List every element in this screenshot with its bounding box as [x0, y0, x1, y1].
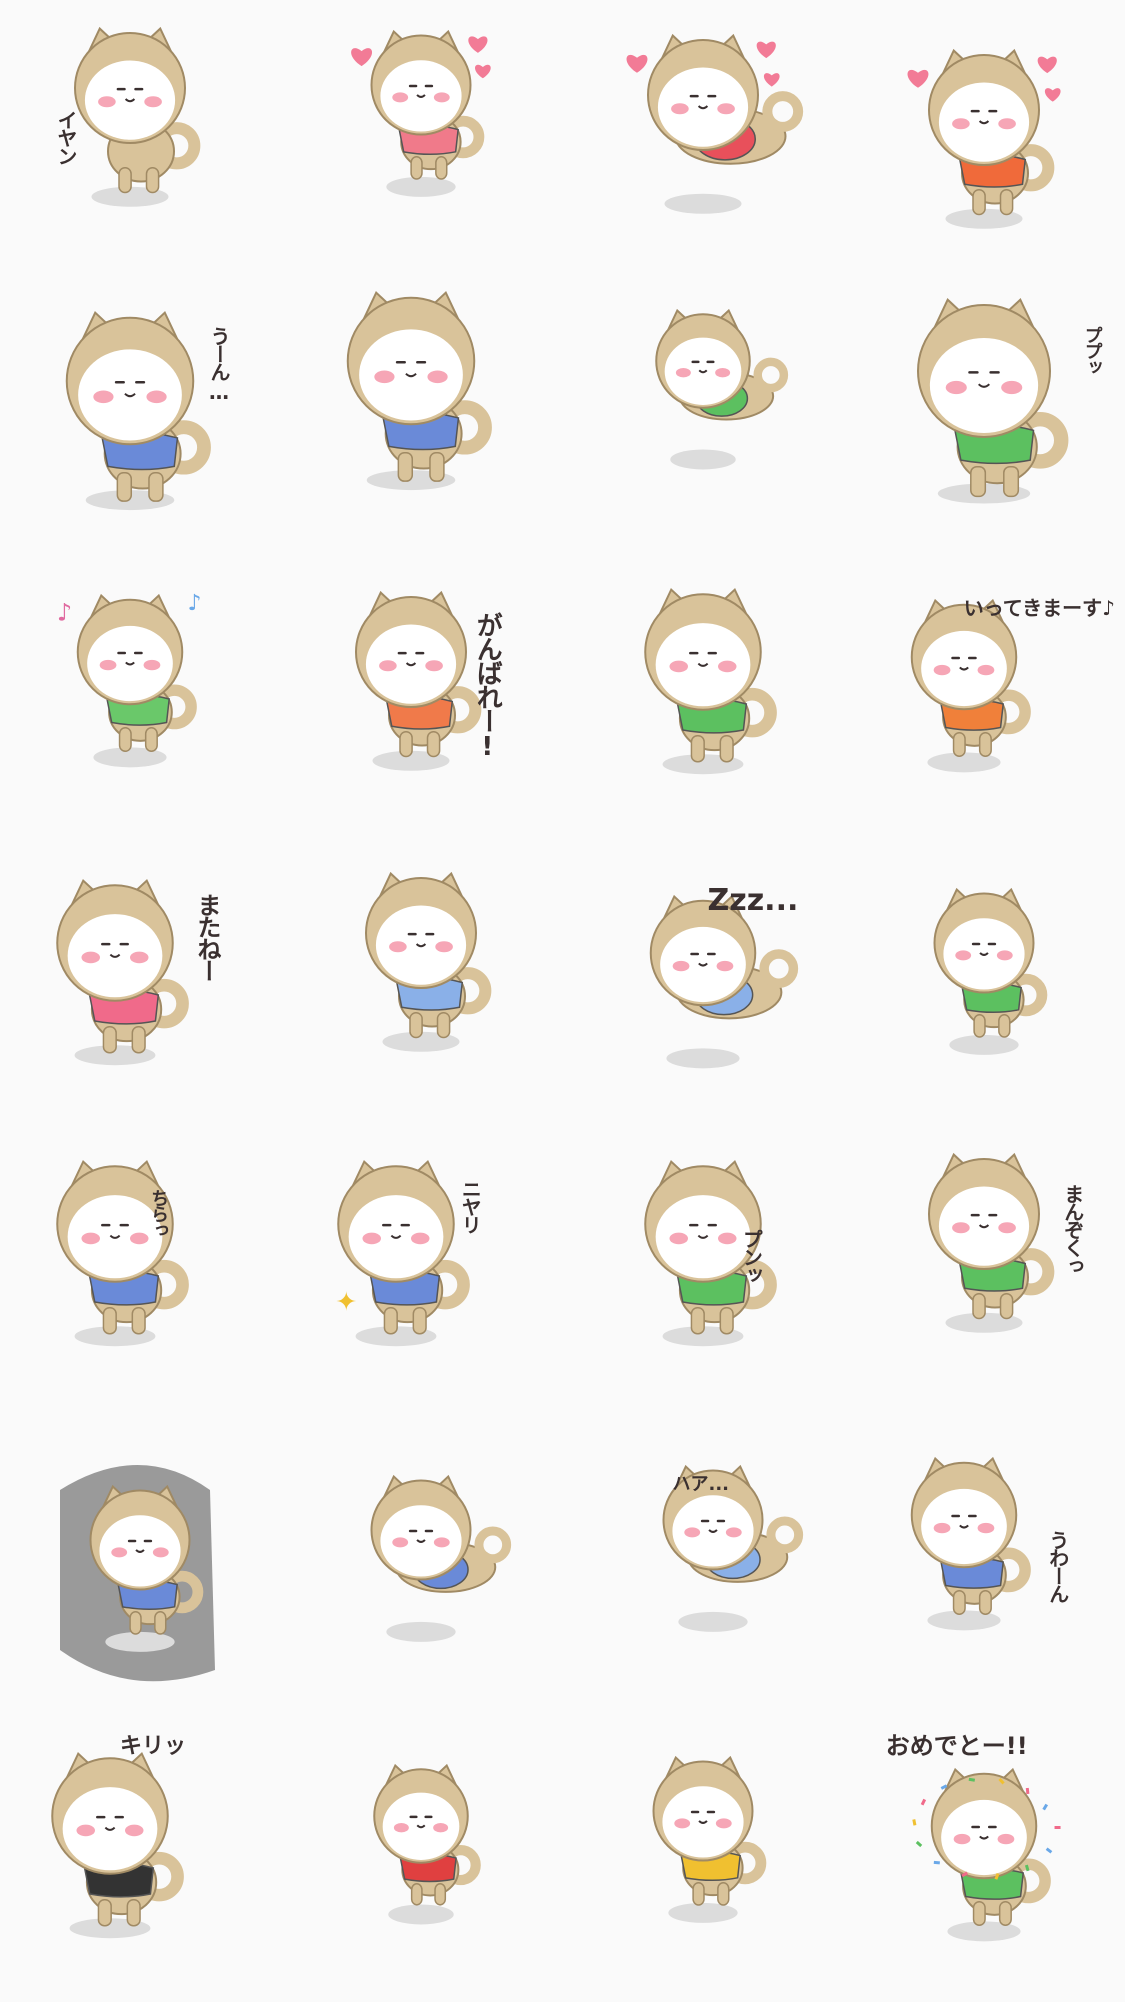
sticker-23[interactable]: ハア... — [563, 1430, 844, 1716]
svg-text:♪: ♪ — [187, 591, 201, 616]
sticker-7[interactable] — [563, 286, 844, 572]
sticker-2[interactable] — [281, 0, 562, 286]
sticker-caption: Zzz... — [707, 883, 799, 918]
sticker-caption: いってきまーす♪ — [963, 596, 1115, 620]
sticker-caption: ちらっ — [148, 1189, 169, 1237]
sticker-9[interactable]: ♪ ♪ — [0, 572, 281, 858]
sticker-20[interactable]: まんぞくっ — [844, 1144, 1125, 1430]
smirk-dog-icon: ✦ — [336, 1159, 471, 1347]
sticker-caption: おめでとー!! — [885, 1732, 1028, 1760]
pouting-dog-icon — [643, 1159, 777, 1347]
sticker-10[interactable]: がんばれー! — [281, 572, 562, 858]
corner-dog-icon — [60, 1465, 215, 1682]
sticker-caption: がんばれー! — [472, 612, 503, 760]
thinking-dog-icon — [65, 311, 211, 511]
sticker-17[interactable]: ちらっ — [0, 1144, 281, 1430]
hearts-dog-icon — [907, 48, 1061, 229]
crying-dog-icon — [347, 291, 493, 491]
sticker-6[interactable] — [281, 286, 562, 572]
sticker-18[interactable]: ✦ ニヤリ — [281, 1144, 562, 1430]
lazy-dog-icon — [654, 308, 788, 470]
sticker-caption: またねー — [193, 893, 221, 981]
sticker-4[interactable] — [844, 0, 1125, 286]
sticker-22[interactable] — [281, 1430, 562, 1716]
sticker-14[interactable] — [281, 858, 562, 1144]
sticker-3[interactable] — [563, 0, 844, 286]
sticker-13[interactable]: またねー — [0, 858, 281, 1144]
peek-dog-icon — [56, 1159, 189, 1347]
love-eyes-dog-icon — [351, 29, 491, 197]
skiing-dog-icon — [652, 1755, 766, 1923]
sticker-caption: ニヤリ — [458, 1179, 483, 1233]
sleeping-dog-icon — [649, 894, 798, 1069]
sticker-19[interactable]: プンッ — [563, 1144, 844, 1430]
sticker-caption: ププッ — [1081, 326, 1103, 374]
svg-text:✦: ✦ — [336, 1288, 358, 1318]
sticker-16[interactable] — [844, 858, 1125, 1144]
sticker-21[interactable] — [0, 1430, 281, 1716]
dancing-dog-icon: ♪ ♪ — [57, 591, 202, 768]
shocked-dog-icon — [933, 887, 1048, 1055]
sticker-11[interactable] — [563, 572, 844, 858]
sticker-24[interactable]: うわーん — [844, 1430, 1125, 1716]
sticker-25[interactable]: キリッ — [0, 1716, 281, 2001]
snowman-dog-icon — [373, 1763, 482, 1925]
sticker-15[interactable]: Zzz... — [563, 858, 844, 1144]
sticker-caption: うわーん — [1045, 1530, 1070, 1602]
sticker-27[interactable] — [563, 1716, 844, 2001]
sticker-8[interactable]: ププッ — [844, 286, 1125, 572]
lying-dog-icon — [626, 33, 803, 214]
sticker-caption: うーん… — [207, 326, 231, 402]
sticker-26[interactable] — [281, 1716, 562, 2001]
shy-dog-icon — [74, 26, 201, 207]
sticker-5[interactable]: うーん… — [0, 286, 281, 572]
cheer-dog-icon — [355, 590, 482, 771]
sticker-caption: キリッ — [120, 1734, 187, 1759]
wailing-dog-icon — [910, 1456, 1031, 1631]
sticker-caption: まんぞくっ — [1060, 1184, 1085, 1274]
collapsed-dog-icon — [370, 1474, 512, 1642]
sitting-dog-icon — [643, 587, 777, 775]
waving-dog-icon — [56, 878, 189, 1066]
sticker-28[interactable]: おめでとー!! — [844, 1716, 1125, 2001]
pajama-dog-icon — [365, 871, 492, 1052]
sticker-grid: イヤン うーん… ププッ ♪ ♪ がんばれー! いってきまーす♪ またねー Zzz... ちらっ ✦… — [0, 0, 1125, 2001]
svg-text:♪: ♪ — [57, 599, 72, 627]
sticker-1[interactable]: イヤン — [0, 0, 281, 286]
sticker-12[interactable]: いってきまーす♪ — [844, 572, 1125, 858]
sticker-caption: プンッ — [739, 1229, 764, 1283]
sticker-caption: イヤン — [54, 110, 78, 164]
sticker-caption: ハア... — [672, 1474, 730, 1495]
